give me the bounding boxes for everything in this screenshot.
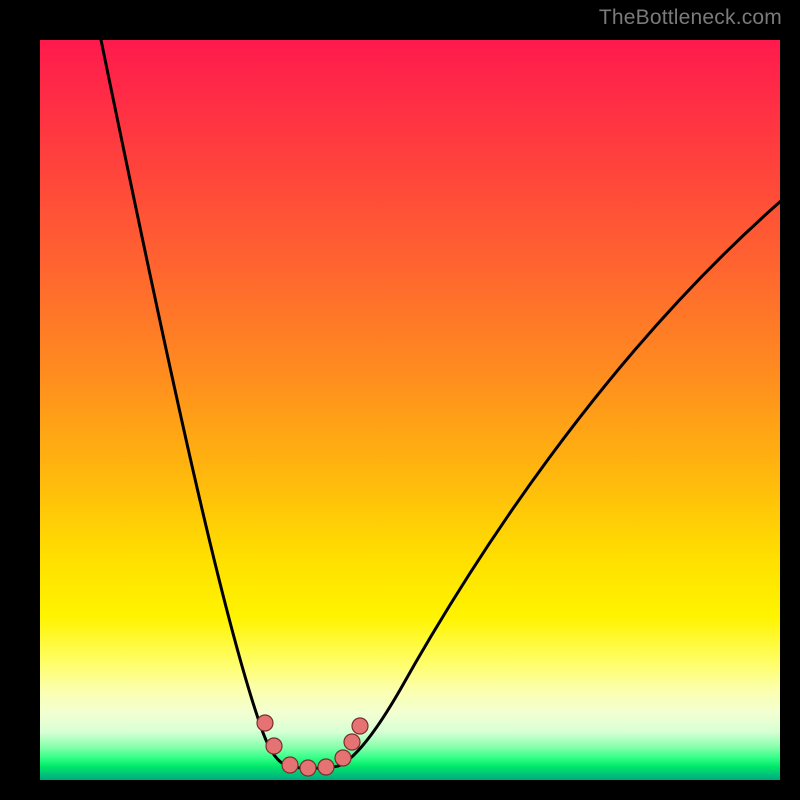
marker-point-3 bbox=[300, 760, 316, 776]
chart-frame: TheBottleneck.com bbox=[0, 0, 800, 800]
marker-point-5 bbox=[335, 750, 351, 766]
marker-point-1 bbox=[266, 738, 282, 754]
marker-point-6 bbox=[344, 734, 360, 750]
series-left-branch bbox=[100, 40, 288, 766]
curve-layer bbox=[40, 40, 780, 780]
marker-point-0 bbox=[257, 715, 273, 731]
marker-point-7 bbox=[352, 718, 368, 734]
series-right-branch bbox=[338, 200, 780, 766]
plot-area bbox=[40, 40, 780, 780]
marker-point-4 bbox=[318, 759, 334, 775]
marker-point-2 bbox=[282, 757, 298, 773]
watermark-label: TheBottleneck.com bbox=[599, 6, 782, 30]
